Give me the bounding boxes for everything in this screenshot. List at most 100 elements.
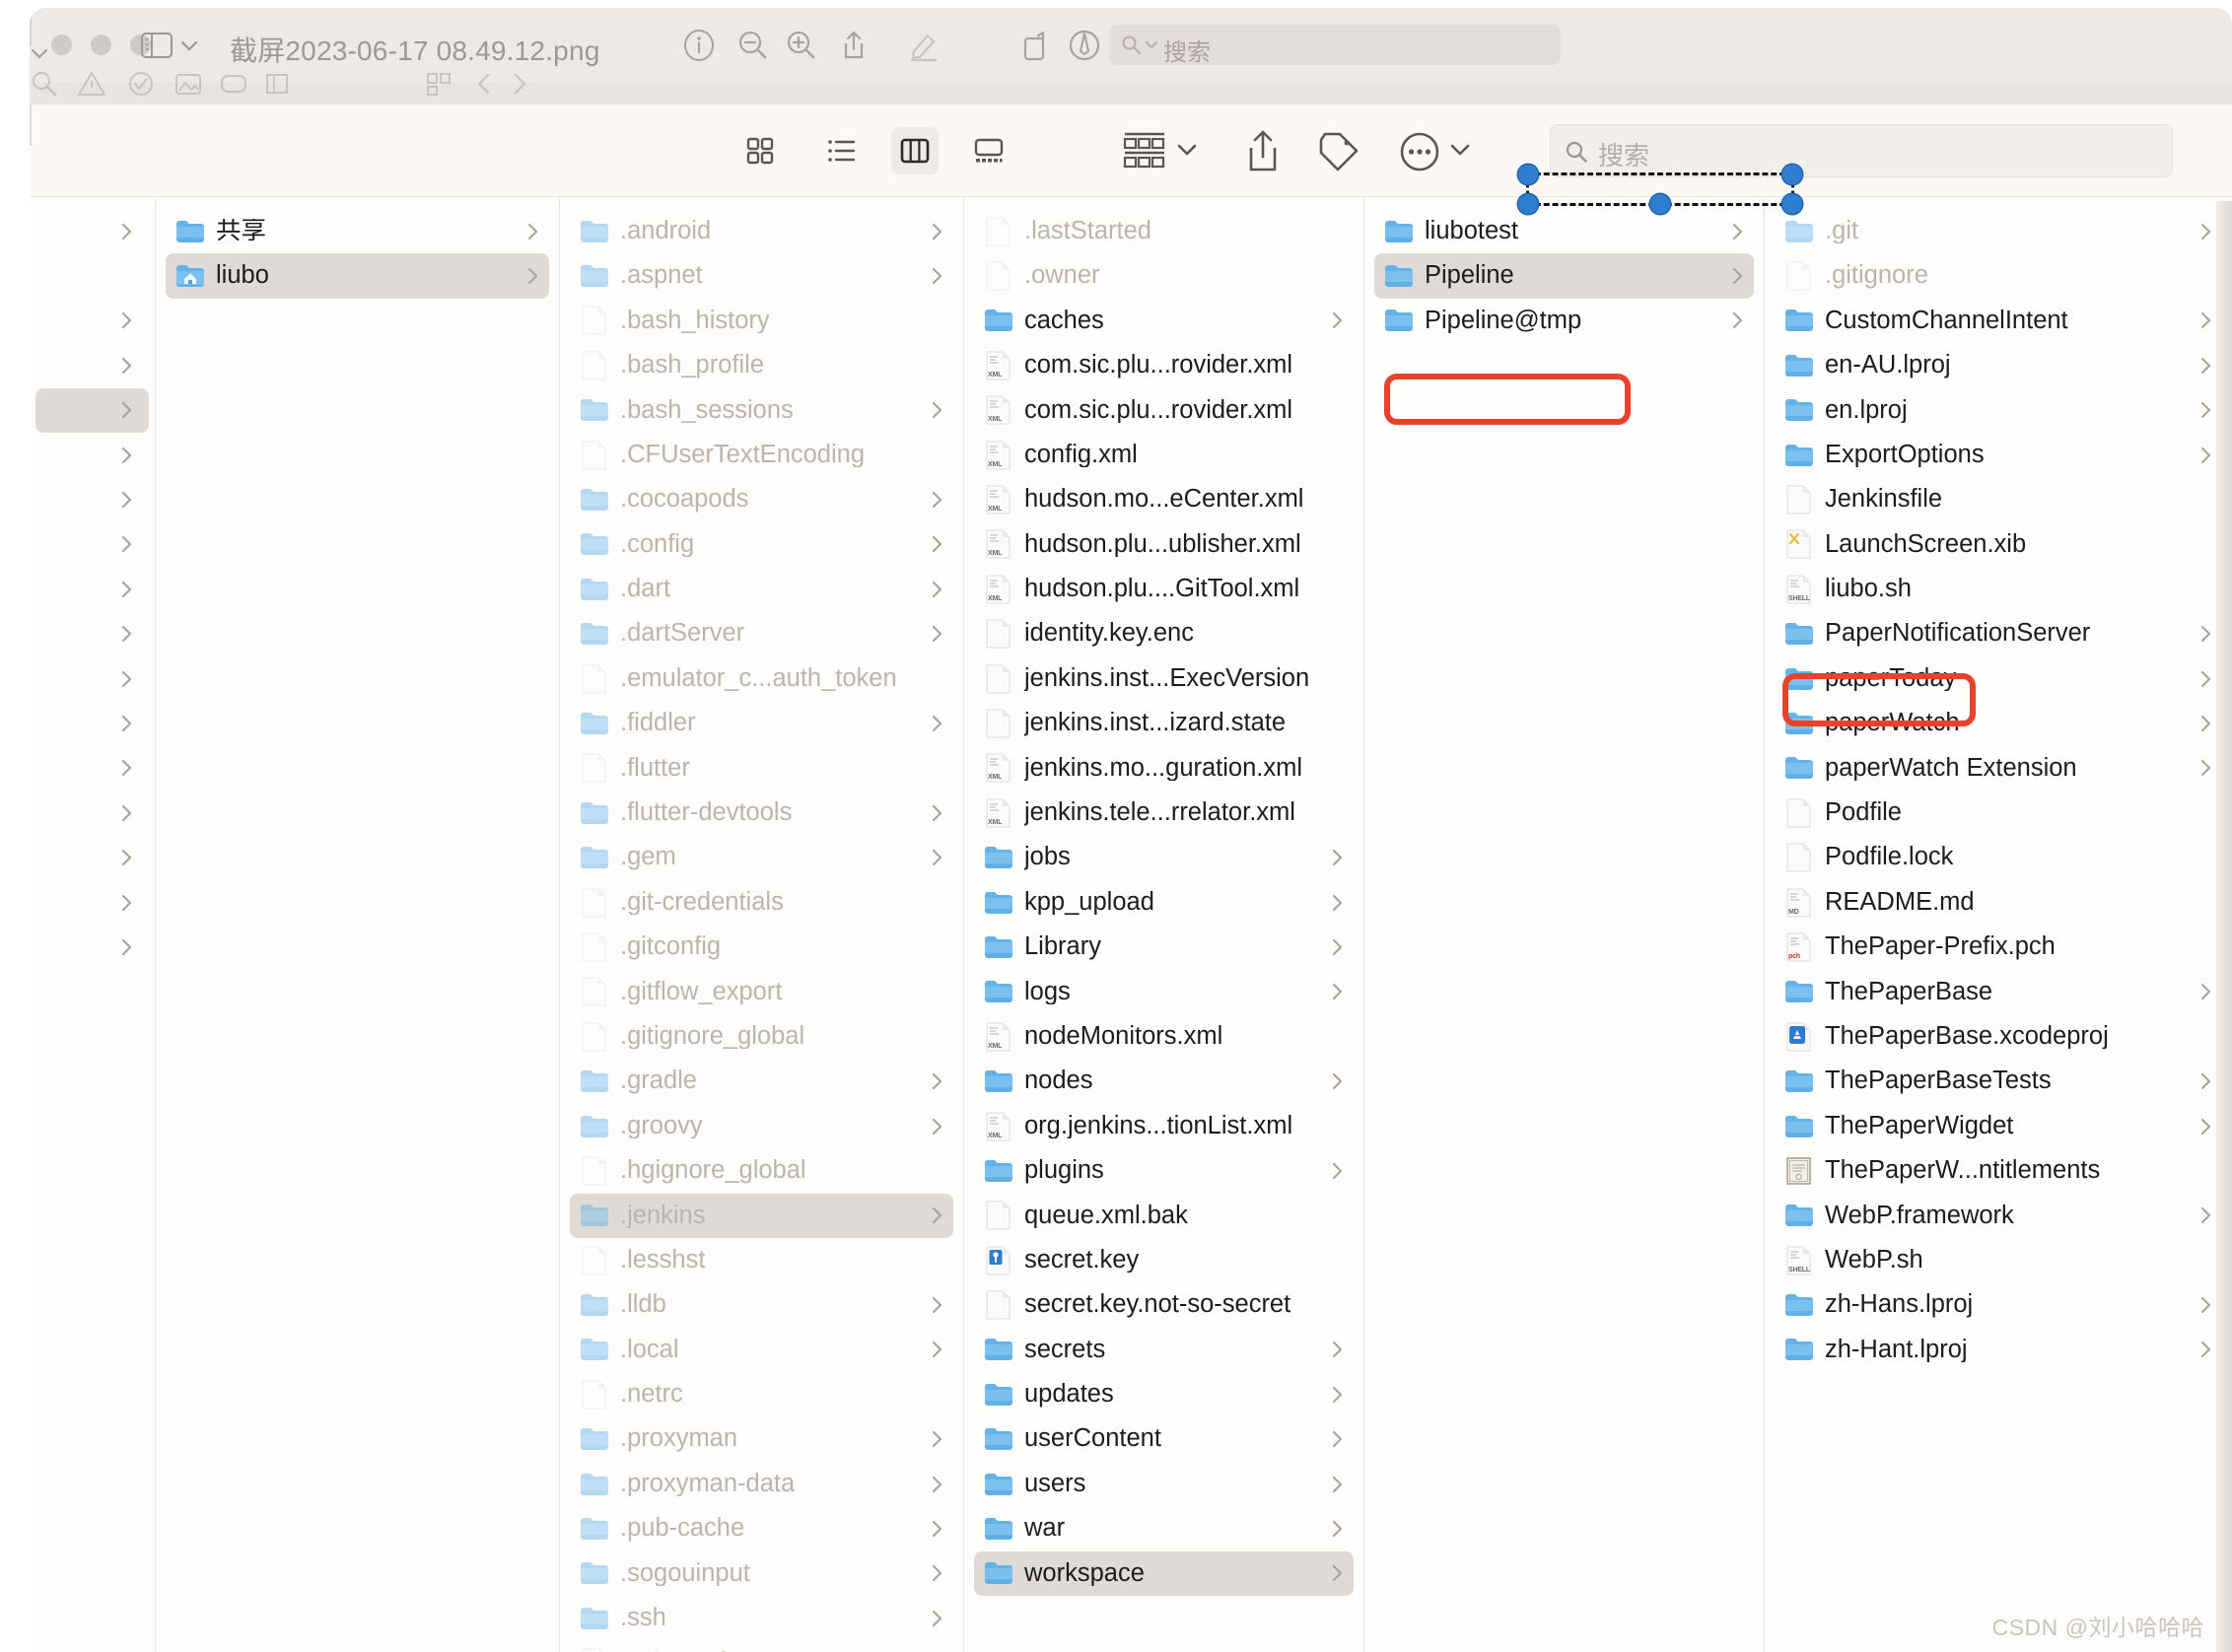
table-row[interactable]: .netrc <box>570 1372 953 1416</box>
table-row[interactable]: paperWatch Extension <box>1775 746 2222 791</box>
table-row[interactable]: XML com.sic.plu...rovider.xml <box>974 388 1354 433</box>
disclosure-chevron-icon[interactable] <box>930 265 945 287</box>
table-row[interactable]: zh-Hant.lproj <box>1775 1328 2222 1372</box>
table-row[interactable]: Podfile <box>1775 791 2222 835</box>
table-row[interactable]: kpp_upload <box>974 880 1354 925</box>
list-item[interactable] <box>35 791 149 835</box>
table-row[interactable]: .local <box>570 1328 953 1372</box>
list-item[interactable] <box>35 387 149 433</box>
disclosure-chevron-icon[interactable] <box>930 1474 945 1495</box>
disclosure-chevron-icon[interactable] <box>2198 1339 2214 1360</box>
table-row[interactable]: nodes <box>974 1059 1354 1103</box>
table-row[interactable]: XML com.sic.plu...rovider.xml <box>974 343 1354 387</box>
list-item[interactable] <box>35 656 149 701</box>
disclosure-chevron-icon[interactable] <box>1730 310 1746 331</box>
close-button[interactable] <box>51 34 72 55</box>
table-row[interactable]: XML hudson.mo...eCenter.xml <box>974 477 1354 521</box>
table-row[interactable]: .sogouinput <box>570 1551 953 1596</box>
table-row[interactable]: .proxyman-data <box>570 1462 953 1506</box>
table-row[interactable]: .dart <box>570 567 953 611</box>
disclosure-chevron-icon[interactable] <box>930 1116 945 1137</box>
disclosure-chevron-icon[interactable] <box>930 1339 945 1360</box>
table-row[interactable]: XML jenkins.tele...rrelator.xml <box>974 791 1354 835</box>
table-row[interactable]: .ssh <box>570 1596 953 1640</box>
list-item[interactable] <box>35 612 149 656</box>
table-row[interactable]: .CFUserTextEncoding <box>570 433 953 477</box>
table-row[interactable]: .bash_history <box>570 299 953 343</box>
disclosure-chevron-icon[interactable] <box>2198 221 2214 242</box>
list-item[interactable] <box>35 299 149 343</box>
view-list-button[interactable] <box>817 127 865 174</box>
table-row[interactable]: zh-Hans.lproj <box>1775 1282 2222 1327</box>
table-row[interactable]: pch ThePaper-Prefix.pch <box>1775 925 2222 969</box>
list-item[interactable] <box>35 880 149 925</box>
disclosure-chevron-icon[interactable] <box>930 221 945 242</box>
table-row[interactable]: .config <box>570 522 953 567</box>
table-row[interactable]: .owner <box>974 253 1354 298</box>
table-row[interactable]: jenkins.inst...ExecVersion <box>974 656 1354 701</box>
disclosure-chevron-icon[interactable] <box>930 1608 945 1629</box>
table-row[interactable]: users <box>974 1462 1354 1506</box>
list-item[interactable] <box>35 567 149 611</box>
zoom-out-icon[interactable] <box>734 28 770 63</box>
table-row[interactable]: war <box>974 1506 1354 1550</box>
table-row[interactable]: XML jenkins.mo...guration.xml <box>974 746 1354 791</box>
disclosure-chevron-icon[interactable] <box>930 802 945 824</box>
table-row[interactable]: XML hudson.plu....GitTool.xml <box>974 567 1354 611</box>
disclosure-chevron-icon[interactable] <box>1730 221 1746 242</box>
table-row[interactable]: MD README.md <box>1775 880 2222 925</box>
disclosure-chevron-icon[interactable] <box>930 533 945 555</box>
disclosure-chevron-icon[interactable] <box>930 489 945 511</box>
table-row[interactable]: WebP.framework <box>1775 1194 2222 1238</box>
disclosure-chevron-icon[interactable] <box>1330 847 1346 868</box>
table-row[interactable]: ThePaperBase <box>1775 970 2222 1014</box>
group-by-icon[interactable] <box>1122 129 1167 172</box>
table-row[interactable]: paperToday <box>1775 656 2222 701</box>
disclosure-chevron-icon[interactable] <box>119 533 135 555</box>
sidebar-toggle-icon[interactable] <box>140 31 174 60</box>
disclosure-chevron-icon[interactable] <box>930 1428 945 1450</box>
disclosure-chevron-icon[interactable] <box>119 623 135 645</box>
disclosure-chevron-icon[interactable] <box>2198 355 2214 377</box>
chevron-down-icon[interactable] <box>1145 38 1158 50</box>
disclosure-chevron-icon[interactable] <box>1330 1384 1346 1406</box>
disclosure-chevron-icon[interactable] <box>1330 1339 1346 1360</box>
table-row[interactable]: .hgignore_global <box>570 1148 953 1193</box>
disclosure-chevron-icon[interactable] <box>119 892 135 914</box>
table-row[interactable]: .android <box>570 209 953 253</box>
table-row[interactable]: Pipeline@tmp <box>1374 299 1754 343</box>
disclosure-chevron-icon[interactable] <box>2198 445 2214 466</box>
table-row[interactable]: ThePaperW...ntitlements <box>1775 1148 2222 1193</box>
table-row[interactable]: .bash_sessions <box>570 388 953 433</box>
table-row[interactable]: .gitconfig <box>570 925 953 969</box>
table-row[interactable]: .git-credentials <box>570 880 953 925</box>
disclosure-chevron-icon[interactable] <box>2198 757 2214 779</box>
table-row[interactable]: .gem <box>570 835 953 879</box>
chevron-down-icon[interactable] <box>30 45 49 61</box>
table-row[interactable]: ThePaperBaseTests <box>1775 1059 2222 1103</box>
preview-search-field[interactable]: 搜索 <box>1109 25 1561 66</box>
table-row[interactable]: XML config.xml <box>974 433 1354 477</box>
table-row[interactable]: ExportOptions <box>1775 433 2222 477</box>
disclosure-chevron-icon[interactable] <box>119 579 135 600</box>
disclosure-chevron-icon[interactable] <box>930 1070 945 1092</box>
table-row[interactable]: updates <box>974 1372 1354 1416</box>
disclosure-chevron-icon[interactable] <box>1330 892 1346 914</box>
list-item[interactable] <box>35 522 149 567</box>
table-row[interactable]: .cocoapods <box>570 477 953 521</box>
disclosure-chevron-icon[interactable] <box>930 623 945 645</box>
table-row[interactable]: .gitignore <box>1775 253 2222 298</box>
table-row[interactable]: .stCommitMsg <box>570 1641 953 1652</box>
disclosure-chevron-icon[interactable] <box>1330 981 1346 1002</box>
list-item[interactable] <box>35 746 149 791</box>
disclosure-chevron-icon[interactable] <box>119 847 135 868</box>
rotate-icon[interactable] <box>1018 28 1054 63</box>
disclosure-chevron-icon[interactable] <box>1330 1428 1346 1450</box>
view-column-button[interactable] <box>891 127 939 174</box>
table-row[interactable]: identity.key.enc <box>974 612 1354 656</box>
view-gallery-button[interactable] <box>965 127 1012 174</box>
disclosure-chevron-icon[interactable] <box>2198 1294 2214 1316</box>
disclosure-chevron-icon[interactable] <box>2198 310 2214 331</box>
table-row[interactable]: .aspnet <box>570 253 953 298</box>
table-row[interactable]: Pipeline <box>1374 253 1754 299</box>
